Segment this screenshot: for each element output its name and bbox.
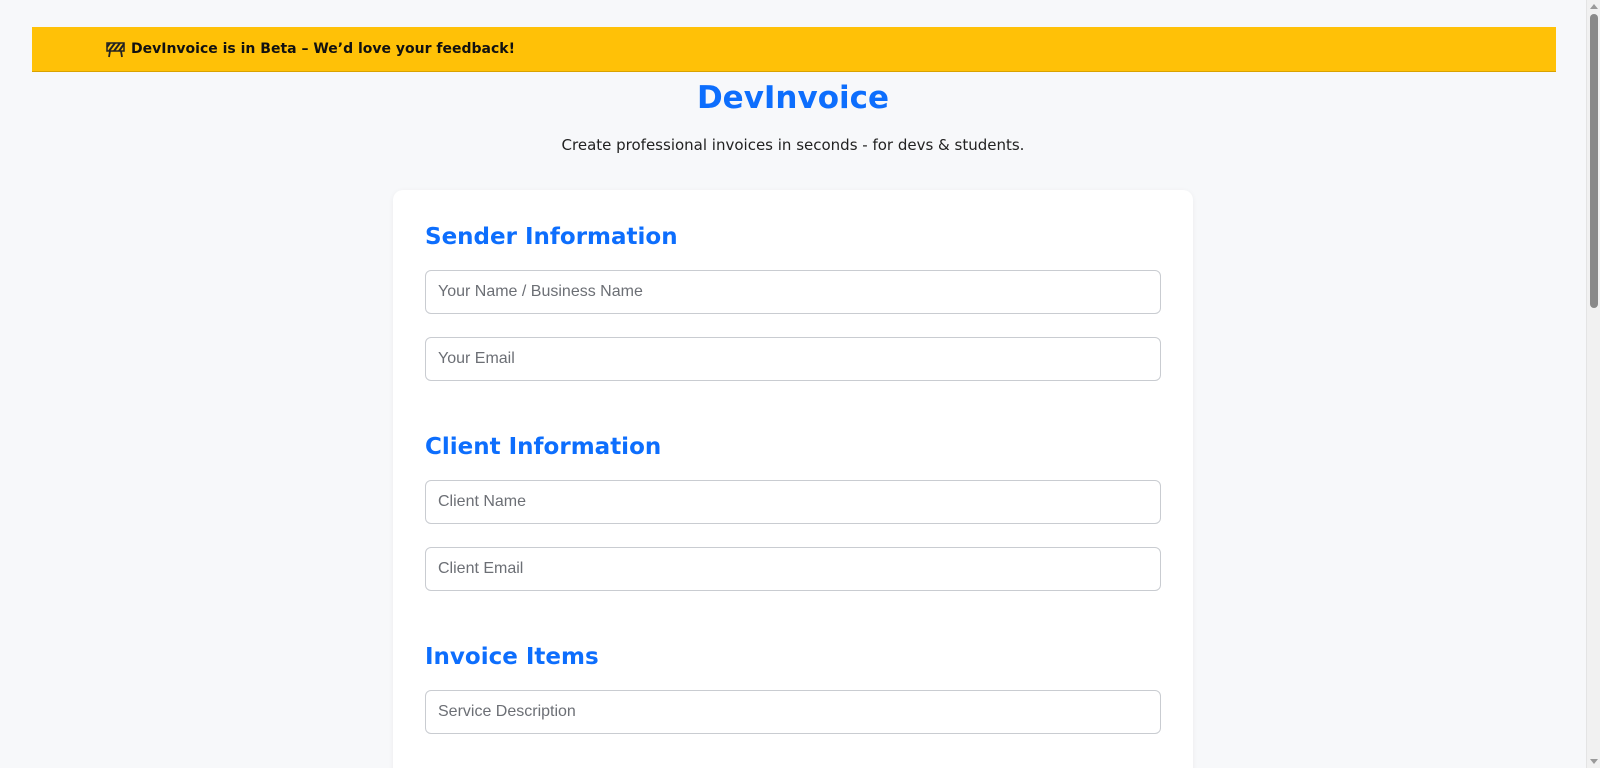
invoice-form-card: Sender Information Client Information In…: [393, 190, 1193, 768]
vertical-scrollbar[interactable]: [1586, 0, 1600, 768]
page: DevInvoice is in Beta – We’d love your f…: [0, 0, 1600, 768]
page-title: DevInvoice: [696, 80, 890, 116]
scrollbar-thumb[interactable]: [1590, 14, 1598, 308]
page-subtitle: Create professional invoices in seconds …: [561, 136, 1025, 154]
service-description-input[interactable]: [425, 690, 1161, 734]
construction-barrier-icon: [106, 40, 126, 58]
sender-section-heading: Sender Information: [425, 224, 678, 250]
client-email-input[interactable]: [425, 547, 1161, 591]
sender-email-input[interactable]: [425, 337, 1161, 381]
banner-text: DevInvoice is in Beta – We’d love your f…: [131, 41, 515, 57]
client-section-heading: Client Information: [425, 434, 662, 460]
beta-banner: DevInvoice is in Beta – We’d love your f…: [32, 27, 1556, 72]
client-name-input[interactable]: [425, 480, 1161, 524]
scroll-up-arrow-icon[interactable]: [1590, 4, 1598, 9]
scroll-down-arrow-icon[interactable]: [1590, 759, 1598, 764]
sender-name-input[interactable]: [425, 270, 1161, 314]
items-section-heading: Invoice Items: [425, 644, 599, 670]
